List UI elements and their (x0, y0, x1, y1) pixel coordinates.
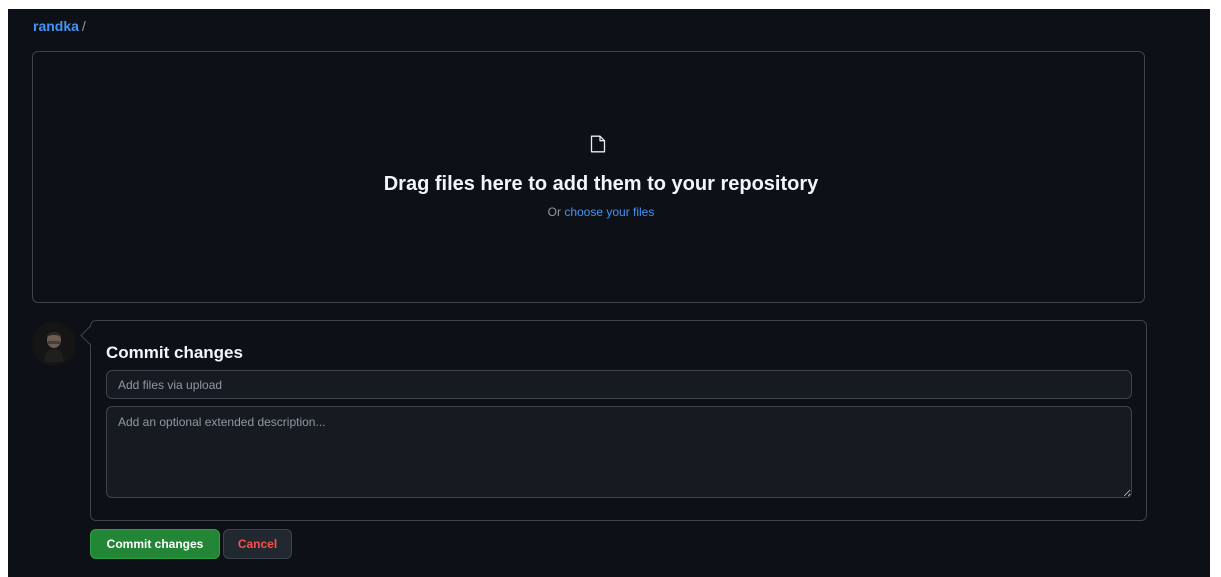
file-icon (590, 135, 606, 153)
dropzone-subtitle: Or choose your files (8, 204, 1194, 220)
choose-files-link[interactable]: choose your files (564, 205, 654, 219)
commit-description-input[interactable] (106, 406, 1132, 498)
upload-page: randka / Drag files here to add them to y… (8, 9, 1210, 577)
commit-changes-button[interactable]: Commit changes (90, 529, 220, 559)
avatar[interactable] (32, 322, 76, 366)
dropzone-or-text: Or (547, 205, 561, 219)
commit-title: Commit changes (106, 343, 243, 362)
avatar-image (32, 322, 76, 366)
cancel-button[interactable]: Cancel (223, 529, 292, 559)
dropzone-title: Drag files here to add them to your repo… (383, 173, 819, 195)
commit-summary-input[interactable] (106, 370, 1132, 399)
breadcrumb-owner-link[interactable]: randka (33, 18, 79, 34)
breadcrumb-separator: / (81, 18, 86, 34)
breadcrumb: randka / (33, 17, 86, 35)
